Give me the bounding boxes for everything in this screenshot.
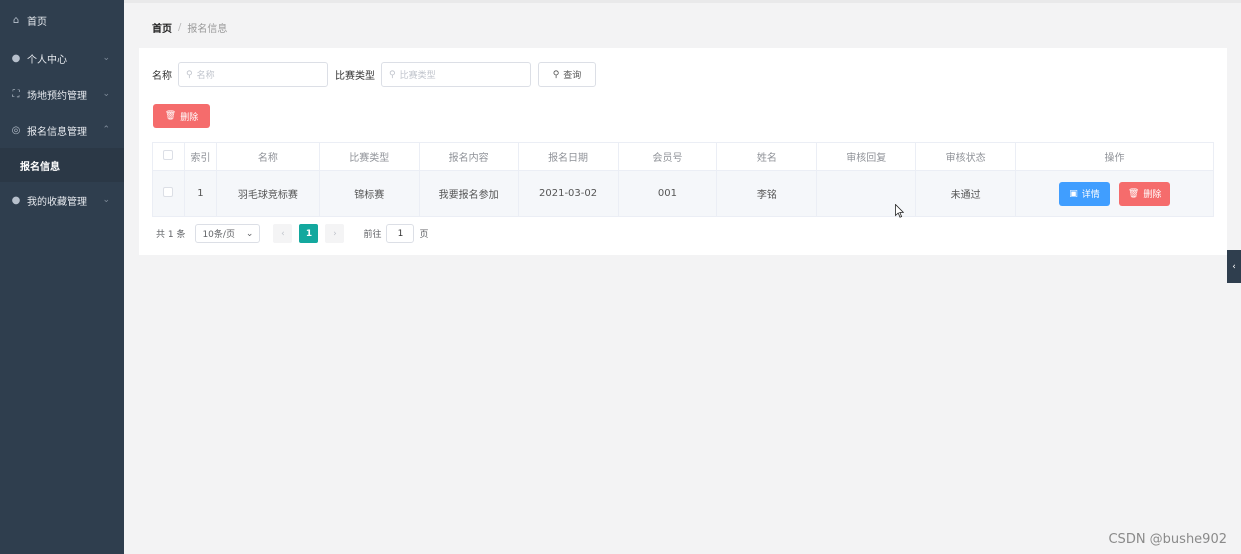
trash-icon: 🗑	[1127, 188, 1140, 199]
column-header: 审核状态	[915, 142, 1017, 171]
chevron-up-icon: ⌃	[102, 125, 110, 135]
name-placeholder: 名称	[196, 71, 215, 81]
cell-person: 李铭	[716, 170, 818, 217]
breadcrumb-home[interactable]: 首页	[152, 20, 172, 35]
next-page-button[interactable]: ›	[325, 224, 345, 243]
search-bar: 名称 ⚲ 名称 比赛类型 ⚲ 比赛类型 ⚲ 查询	[152, 62, 596, 87]
sidebar-item-registration-management[interactable]: ◎ 报名信息管理 ⌃	[0, 112, 124, 148]
watermark: CSDN @bushe902	[1108, 532, 1227, 547]
breadcrumb: 首页 / 报名信息	[152, 20, 227, 35]
name-input[interactable]: ⚲ 名称	[178, 62, 328, 87]
column-header: 审核回复	[816, 142, 917, 171]
column-header: 姓名	[716, 142, 818, 171]
cell-status: 未通过	[915, 170, 1017, 217]
chevron-down-icon: ⌄	[102, 89, 110, 99]
cell-member-no: 001	[617, 170, 718, 217]
name-label: 名称	[152, 71, 172, 82]
goto-suffix: 页	[419, 230, 429, 240]
collapse-panel-button[interactable]: ‹	[1227, 250, 1241, 283]
row-delete-label: 删除	[1143, 190, 1162, 200]
column-header: 名称	[215, 142, 320, 171]
goto-prefix: 前往	[363, 230, 382, 240]
cell-index: 1	[183, 170, 217, 217]
table-header-row: 索引 名称 比赛类型 报名内容 报名日期 会员号 姓名 审核回复 审核状态 操作	[152, 142, 1214, 171]
trash-icon: 🗑	[164, 111, 177, 121]
breadcrumb-separator: /	[178, 22, 182, 33]
goto-page-input[interactable]: 1	[386, 224, 415, 243]
registration-table: 索引 名称 比赛类型 报名内容 报名日期 会员号 姓名 审核回复 审核状态 操作…	[152, 142, 1214, 217]
expand-icon: ⛶	[12, 88, 20, 100]
chevron-down-icon: ⌄	[245, 228, 254, 239]
sidebar-item-favorites[interactable]: ● 我的收藏管理 ⌄	[0, 182, 124, 218]
type-placeholder: 比赛类型	[399, 71, 436, 81]
pagination-total: 共 1 条	[156, 230, 186, 240]
sidebar-item-label: 报名信息管理	[27, 126, 87, 138]
search-icon: ⚲	[186, 69, 193, 80]
column-header: 索引	[183, 142, 217, 171]
sidebar-subitem-registration-info[interactable]: 报名信息	[0, 148, 124, 182]
page-size-value: 10条/页	[202, 230, 235, 240]
document-icon: ▣	[1069, 188, 1078, 199]
select-all-checkbox[interactable]	[163, 150, 174, 160]
breadcrumb-current: 报名信息	[187, 24, 228, 35]
mouse-cursor-icon	[895, 204, 904, 218]
sidebar-item-label: 我的收藏管理	[27, 196, 87, 208]
sidebar-item-label: 场地预约管理	[27, 90, 87, 102]
chevron-down-icon: ⌄	[102, 53, 110, 63]
batch-delete-button[interactable]: 🗑 删除	[153, 104, 210, 128]
type-label: 比赛类型	[335, 71, 375, 82]
content-panel: 名称 ⚲ 名称 比赛类型 ⚲ 比赛类型 ⚲ 查询 🗑 删除 索引 名称 比赛类型…	[139, 48, 1227, 255]
row-select-cell[interactable]	[152, 170, 185, 217]
main-content: 首页 / 报名信息 名称 ⚲ 名称 比赛类型 ⚲ 比赛类型 ⚲ 查询 🗑 删除	[124, 3, 1241, 554]
cell-content: 我要报名参加	[418, 170, 519, 217]
sidebar-item-label: 个人中心	[27, 54, 67, 66]
sidebar: ⌂ 首页 ● 个人中心 ⌄ ⛶ 场地预约管理 ⌄ ◎ 报名信息管理 ⌃ 报名信息…	[0, 0, 124, 554]
cell-name: 羽毛球竞标赛	[215, 170, 320, 217]
sidebar-item-home[interactable]: ⌂ 首页	[0, 0, 124, 40]
search-icon: ⚲	[552, 69, 560, 80]
detail-button-label: 详情	[1081, 190, 1100, 200]
cell-date: 2021-03-02	[517, 170, 619, 217]
batch-delete-label: 删除	[180, 112, 199, 123]
column-header: 会员号	[617, 142, 718, 171]
sidebar-item-label: 首页	[27, 16, 47, 28]
chevron-down-icon: ⌄	[102, 195, 110, 205]
select-all-cell[interactable]	[152, 142, 185, 171]
column-header: 报名日期	[517, 142, 619, 171]
user-icon: ●	[11, 194, 21, 206]
sidebar-item-venue-booking[interactable]: ⛶ 场地预约管理 ⌄	[0, 76, 124, 112]
column-header: 比赛类型	[318, 142, 420, 171]
query-button[interactable]: ⚲ 查询	[538, 62, 596, 87]
row-checkbox[interactable]	[163, 187, 174, 197]
column-header: 操作	[1015, 142, 1214, 171]
type-input[interactable]: ⚲ 比赛类型	[381, 62, 531, 87]
search-icon: ⚲	[389, 69, 396, 80]
detail-button[interactable]: ▣ 详情	[1058, 181, 1110, 206]
column-header: 报名内容	[418, 142, 519, 171]
pagination: 共 1 条 10条/页 ⌄ ‹ 1 › 前往 1 页	[156, 224, 428, 243]
chevron-left-icon: ‹	[1232, 261, 1236, 272]
query-button-label: 查询	[563, 71, 582, 81]
home-icon: ⌂	[12, 14, 20, 26]
cell-actions: ▣ 详情 🗑 删除	[1015, 170, 1214, 217]
page-number-current[interactable]: 1	[299, 224, 319, 243]
table-row[interactable]: 1 羽毛球竞标赛 锦标赛 我要报名参加 2021-03-02 001 李铭 未通…	[152, 170, 1214, 217]
prev-page-button[interactable]: ‹	[273, 224, 293, 243]
user-icon: ●	[11, 52, 21, 64]
compass-icon: ◎	[11, 124, 21, 136]
cell-type: 锦标赛	[318, 170, 420, 217]
sidebar-item-personal-center[interactable]: ● 个人中心 ⌄	[0, 40, 124, 76]
page-size-select[interactable]: 10条/页 ⌄	[195, 224, 261, 243]
row-delete-button[interactable]: 🗑 删除	[1119, 181, 1171, 206]
